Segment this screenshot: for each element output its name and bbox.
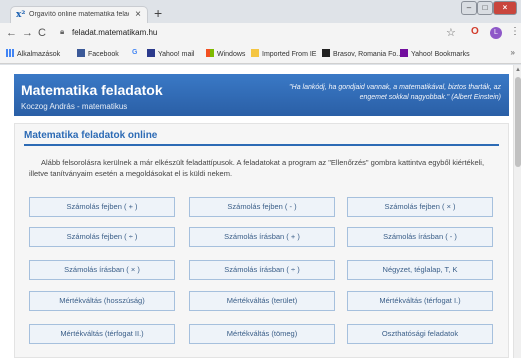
back-arrow-icon[interactable]: ← [6,27,17,39]
forward-arrow-icon[interactable]: → [22,27,33,39]
page-scrollbar[interactable]: ▲ [513,65,521,358]
bookmark-star-icon[interactable]: ☆ [446,26,456,39]
navigation-bar: ← → C 🔒︎ feladat.matematikam.hu ☆ O L ⋮ [0,23,521,44]
task-button[interactable]: Mértékváltás (térfogat I.) [347,291,493,311]
bookmark-apps[interactable]: Alkalmazások [6,49,60,58]
maximize-button[interactable]: □ [477,1,493,15]
more-bookmarks-icon[interactable]: » [511,48,515,57]
favicon-icon: x² [16,10,26,20]
scroll-thumb[interactable] [515,77,521,167]
task-button[interactable]: Négyzet, téglalap, T, K [347,260,493,280]
bookmark-imported-ie[interactable]: Imported From IE [251,49,316,58]
folder-icon [251,49,259,57]
content-card: Matematika feladatok online Alább felsor… [14,123,509,358]
google-icon: G [132,49,138,56]
bookmark-google[interactable]: G [132,49,137,56]
close-window-button[interactable]: × [493,1,517,15]
site-title[interactable]: Matematika feladatok [21,82,163,98]
opera-extension-icon[interactable]: O [471,26,479,37]
menu-icon[interactable]: ⋮ [510,26,520,37]
task-button[interactable]: Mértékváltás (tömeg) [189,324,335,344]
section-title: Matematika feladatok online [24,130,158,141]
bookmark-label: Facebook [88,51,119,58]
title-divider [24,144,499,146]
lock-icon: 🔒︎ [60,27,65,36]
tab-close-icon[interactable]: × [135,9,141,20]
header-quote: "Ha lankódj, ha gondjaid vannak, a matem… [289,84,501,101]
task-button[interactable]: Számolás fejben ( ÷ ) [29,227,175,247]
yahoo-icon [400,49,408,57]
apps-grid-icon [6,49,14,57]
new-tab-button[interactable]: + [154,5,162,21]
task-button[interactable]: Számolás írásban ( - ) [347,227,493,247]
address-bar[interactable]: 🔒︎ feladat.matematikam.hu [58,26,438,41]
task-button[interactable]: Mértékváltás (terület) [189,291,335,311]
intro-text: Alább felsorolásra kerülnek a már elkész… [29,158,485,178]
reload-icon[interactable]: C [38,27,46,39]
task-button[interactable]: Mértékváltás (térfogat II.) [29,324,175,344]
weather-icon [322,49,330,57]
site-subtitle: Koczog András - matematikus [21,102,128,111]
bookmark-label: Yahoo! Bookmarks [411,51,470,58]
task-button[interactable]: Mértékváltás (hosszúság) [29,291,175,311]
bookmark-yahoo-bookmarks[interactable]: Yahoo! Bookmarks [400,49,470,58]
url-text: feladat.matematikam.hu [72,28,158,37]
task-button[interactable]: Számolás fejben ( + ) [29,197,175,217]
browser-tab[interactable]: x² Órgavító online matematika felad × [10,6,148,23]
task-button[interactable]: Számolás fejben ( - ) [189,197,335,217]
windows-icon [206,49,214,57]
bookmarks-bar: Alkalmazások Facebook G Yahoo! mail Wind… [0,44,521,64]
bookmark-windows[interactable]: Windows [206,49,245,58]
task-button[interactable]: Számolás írásban ( + ) [189,227,335,247]
bookmark-brasov[interactable]: Brasov, Romania Fo... [322,49,402,58]
page-content: Matematika feladatok Koczog András - mat… [0,65,521,358]
mail-icon [147,49,155,57]
tab-title: Órgavító online matematika felad [29,11,129,18]
tab-strip: x² Órgavító online matematika felad × + … [0,0,521,23]
facebook-icon [77,49,85,57]
task-button[interactable]: Oszthatósági feladatok [347,324,493,344]
bookmark-label: Brasov, Romania Fo... [333,51,403,58]
minimize-button[interactable]: – [461,1,477,15]
bookmark-label: Yahoo! mail [158,51,195,58]
bookmark-facebook[interactable]: Facebook [77,49,119,58]
bookmark-label: Alkalmazások [17,51,61,58]
avatar[interactable]: L [490,27,502,39]
task-button[interactable]: Számolás írásban ( × ) [29,260,175,280]
site-header: Matematika feladatok Koczog András - mat… [14,74,509,116]
bookmark-yahoo-mail[interactable]: Yahoo! mail [147,49,194,58]
bookmark-label: Imported From IE [262,51,317,58]
window-controls: – □ × [461,1,517,16]
scroll-up-icon[interactable]: ▲ [515,67,521,73]
task-button[interactable]: Számolás fejben ( × ) [347,197,493,217]
bookmark-label: Windows [217,51,246,58]
task-button[interactable]: Számolás írásban ( ÷ ) [189,260,335,280]
